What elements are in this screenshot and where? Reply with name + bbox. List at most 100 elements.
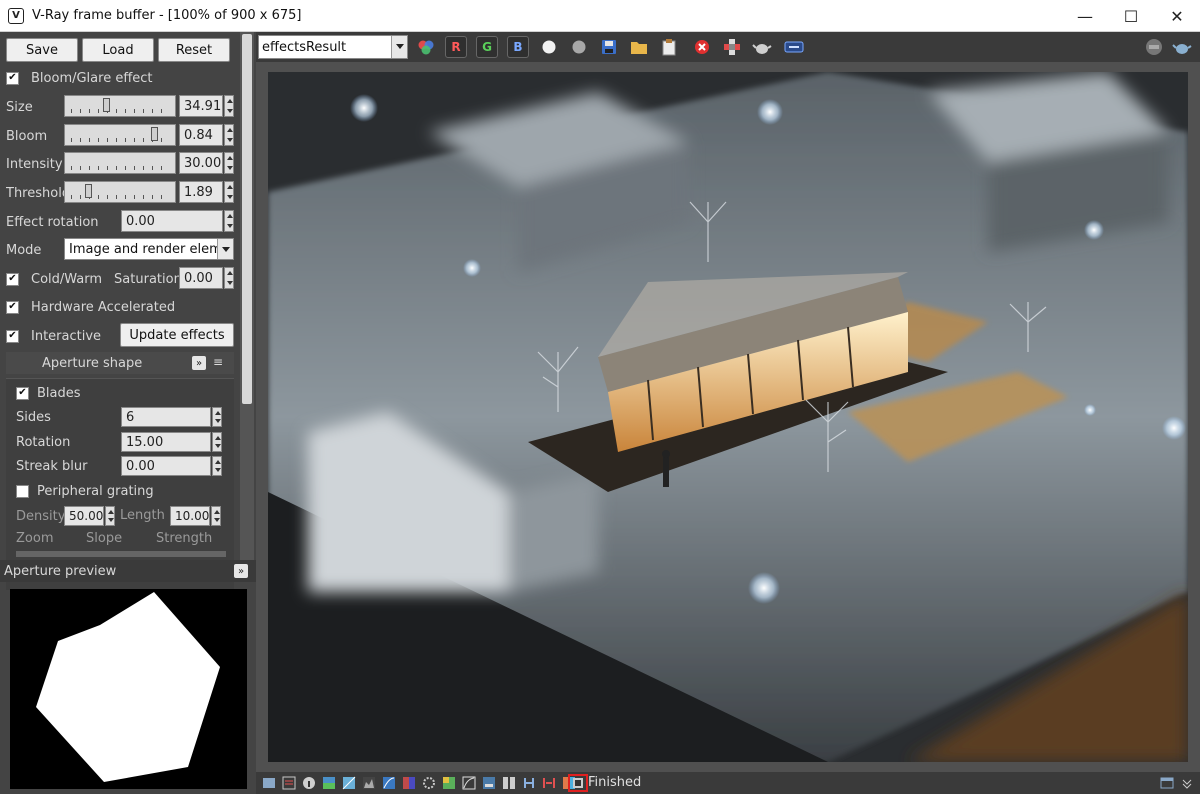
red-channel-button[interactable]: R — [445, 36, 467, 58]
blades-checkbox[interactable]: ✔ — [16, 386, 29, 400]
exposure-icon[interactable] — [342, 776, 356, 790]
split-h-icon[interactable] — [542, 776, 556, 790]
intensity-spinner[interactable] — [224, 152, 234, 174]
window-icon[interactable] — [262, 776, 276, 790]
folder-icon[interactable] — [629, 37, 649, 57]
channel-select[interactable]: effectsResult — [258, 35, 408, 59]
grating-sliders[interactable] — [16, 551, 226, 557]
threshold-slider-handle[interactable] — [85, 184, 92, 198]
region-render-icon[interactable] — [722, 37, 742, 57]
compare-icon[interactable] — [502, 776, 516, 790]
bloom-slider[interactable] — [64, 124, 176, 146]
reset-button[interactable]: Reset — [158, 38, 230, 62]
density-spinner[interactable] — [105, 506, 115, 526]
sides-row: Sides — [16, 405, 51, 429]
collapse-icon[interactable]: » — [192, 356, 206, 370]
levels-icon[interactable] — [362, 776, 376, 790]
maximize-button[interactable]: ☐ — [1108, 0, 1154, 32]
size-input[interactable]: 34.91 — [179, 95, 223, 117]
gray-dot-icon[interactable] — [569, 37, 589, 57]
streak-blur-input[interactable]: 0.00 — [121, 456, 211, 476]
window-title: V-Ray frame buffer - [100% of 900 x 675] — [32, 8, 302, 23]
aperture-shape-header[interactable]: Aperture shape » ≡ — [6, 352, 234, 374]
blades-label: Blades — [37, 385, 81, 401]
cold-warm-label: Cold/Warm — [31, 271, 103, 287]
aperture-preview-header[interactable]: Aperture preview » — [0, 560, 256, 582]
interactive-checkbox[interactable]: ✔ — [6, 329, 19, 343]
color-correction-icon[interactable] — [322, 776, 336, 790]
balance-icon[interactable] — [402, 776, 416, 790]
effect-rotation-spinner[interactable] — [224, 210, 234, 232]
effect-rotation-input[interactable]: 0.00 — [121, 210, 223, 232]
lut-icon[interactable] — [462, 776, 476, 790]
expand-icon[interactable] — [1180, 776, 1194, 790]
size-slider-handle[interactable] — [103, 98, 110, 112]
panel-toggle-icon[interactable] — [1160, 776, 1174, 790]
curves-icon[interactable] — [382, 776, 396, 790]
panel-scrollbar[interactable] — [240, 32, 254, 560]
sides-input[interactable]: 6 — [121, 407, 211, 427]
density-input[interactable]: 50.00 — [64, 506, 104, 526]
bloom-glare-checkbox[interactable]: ✔ — [6, 71, 19, 85]
rotation-row: Rotation — [16, 430, 70, 454]
stamp-icon[interactable] — [482, 776, 496, 790]
rotation-spinner[interactable] — [212, 432, 222, 452]
save-button[interactable]: Save — [6, 38, 78, 62]
render-image[interactable] — [268, 72, 1188, 762]
bloom-spinner[interactable] — [224, 124, 234, 146]
green-channel-button[interactable]: G — [476, 36, 498, 58]
color-circles-icon[interactable] — [416, 37, 436, 57]
saturation-input[interactable]: 0.00 — [179, 267, 223, 289]
update-effects-button[interactable]: Update effects — [120, 323, 234, 347]
lens-effects-icon[interactable] — [784, 37, 804, 57]
minimize-button[interactable]: — — [1062, 0, 1108, 32]
bloom-input[interactable]: 0.84 — [179, 124, 223, 146]
stop-badge-icon[interactable] — [1144, 37, 1164, 57]
aperture-shape-subpanel: ✔ Blades Sides 6 Rotation 15.00 Streak b… — [6, 378, 234, 590]
collapse-preview-icon[interactable]: » — [234, 564, 248, 578]
menu-icon[interactable]: ≡ — [213, 355, 223, 369]
settings-gear-icon[interactable] — [422, 776, 436, 790]
history-icon[interactable] — [282, 776, 296, 790]
saturation-spinner[interactable] — [224, 267, 234, 289]
threshold-spinner[interactable] — [224, 181, 234, 203]
intensity-input[interactable]: 30.00 — [179, 152, 223, 174]
length-input[interactable]: 10.00 — [170, 506, 210, 526]
load-button[interactable]: Load — [82, 38, 154, 62]
chevron-down-icon[interactable] — [217, 239, 233, 259]
size-spinner[interactable] — [224, 95, 234, 117]
hsl-icon[interactable] — [442, 776, 456, 790]
bloom-glare-row: ✔ Bloom/Glare effect — [6, 66, 153, 90]
teapot-small-icon[interactable] — [1172, 37, 1192, 57]
rotation-input[interactable]: 15.00 — [121, 432, 211, 452]
sides-spinner[interactable] — [212, 407, 222, 427]
intensity-slider[interactable] — [64, 152, 176, 174]
streak-blur-spinner[interactable] — [212, 456, 222, 476]
stop-render-icon[interactable] — [692, 37, 712, 57]
length-spinner[interactable] — [211, 506, 221, 526]
teapot-icon[interactable] — [752, 37, 772, 57]
info-icon[interactable] — [302, 776, 316, 790]
blue-channel-button[interactable]: B — [507, 36, 529, 58]
threshold-input[interactable]: 1.89 — [179, 181, 223, 203]
chevron-down-icon[interactable] — [391, 36, 407, 58]
title-bar: V V-Ray frame buffer - [100% of 900 x 67… — [0, 0, 1200, 32]
vfb-window: V V-Ray frame buffer - [100% of 900 x 67… — [0, 0, 1200, 794]
peripheral-grating-checkbox[interactable] — [16, 484, 29, 498]
bloom-slider-handle[interactable] — [151, 127, 158, 141]
hardware-accel-checkbox[interactable]: ✔ — [6, 300, 19, 314]
threshold-slider[interactable] — [64, 181, 176, 203]
size-slider[interactable] — [64, 95, 176, 117]
zoom-label: Zoom — [16, 531, 54, 546]
white-dot-icon[interactable] — [539, 37, 559, 57]
h-mark-icon[interactable] — [522, 776, 536, 790]
clipboard-icon[interactable] — [659, 37, 679, 57]
save-disk-icon[interactable] — [599, 37, 619, 57]
cold-warm-checkbox[interactable]: ✔ — [6, 272, 19, 286]
lens-effects-toggle-icon[interactable] — [568, 774, 588, 792]
render-viewport[interactable] — [256, 62, 1200, 772]
mode-row: Mode — [6, 238, 41, 262]
mode-select[interactable]: Image and render eleme — [64, 238, 234, 260]
scrollbar-thumb[interactable] — [242, 34, 252, 404]
close-button[interactable]: ✕ — [1154, 0, 1200, 32]
